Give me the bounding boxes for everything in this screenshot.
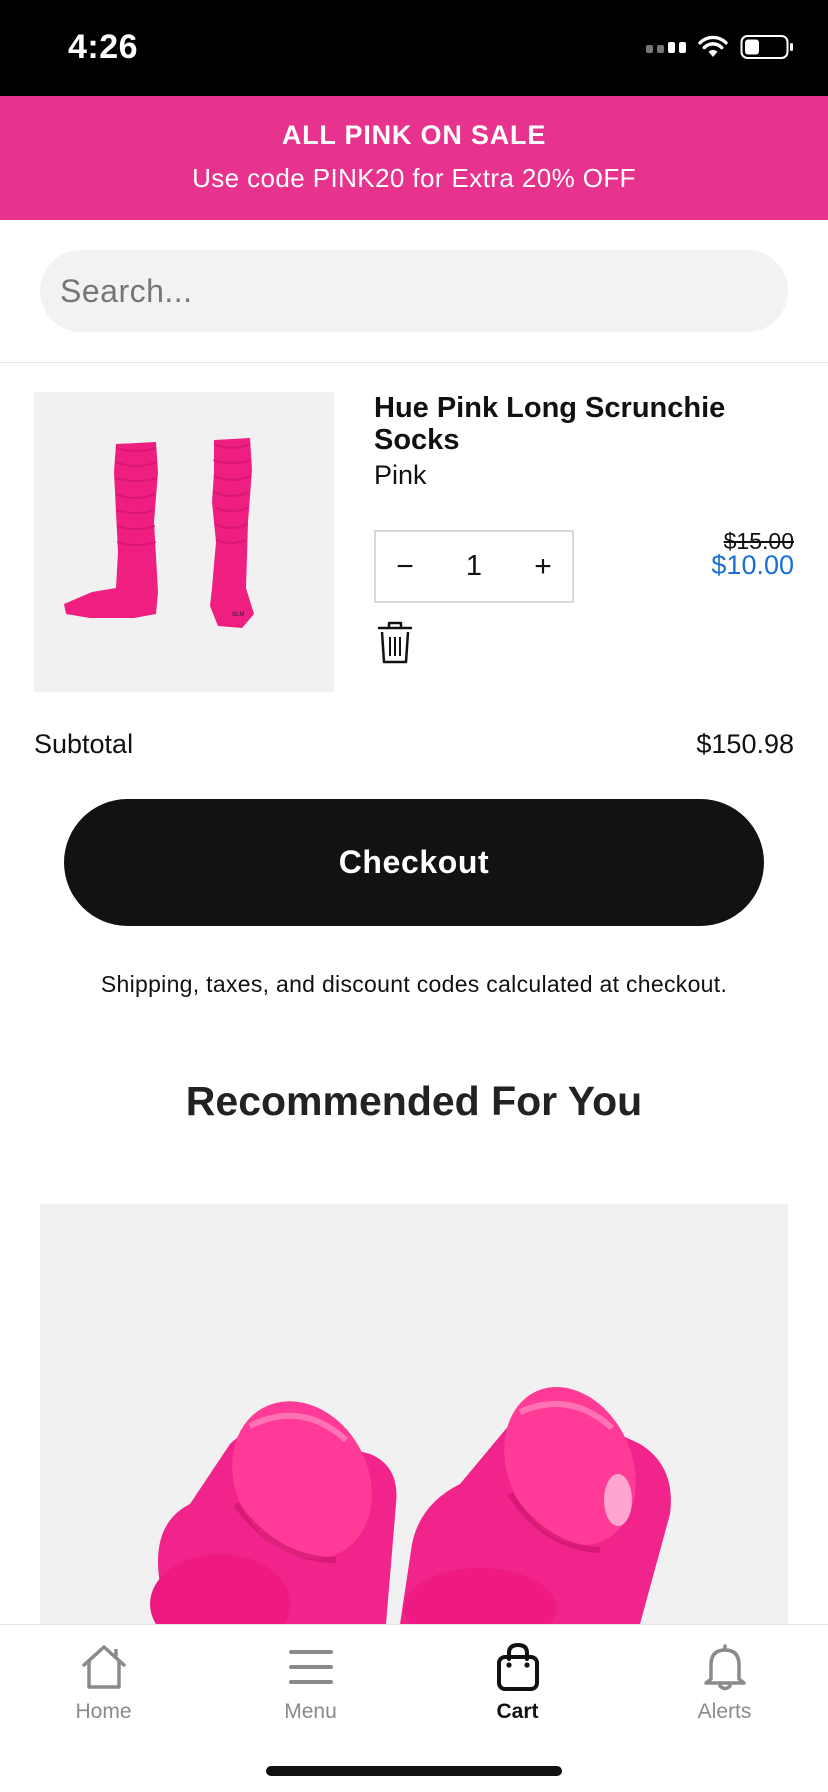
wifi-icon bbox=[698, 35, 728, 57]
home-icon bbox=[82, 1645, 126, 1689]
bag-icon bbox=[497, 1642, 539, 1691]
tab-home-label: Home bbox=[75, 1700, 132, 1723]
shipping-note: Shipping, taxes, and discount codes calc… bbox=[100, 971, 728, 997]
status-icons bbox=[646, 34, 794, 60]
product-variant: Pink bbox=[374, 460, 427, 490]
increase-quantity-button[interactable]: + bbox=[514, 532, 572, 601]
tab-home[interactable]: Home bbox=[0, 1625, 207, 1745]
tab-alerts[interactable]: Alerts bbox=[621, 1625, 828, 1745]
search-area bbox=[0, 220, 828, 363]
tab-menu-label: Menu bbox=[284, 1700, 337, 1723]
decrease-quantity-button[interactable]: − bbox=[376, 532, 434, 601]
pink-socks-image: SLM bbox=[64, 438, 254, 628]
quantity-stepper: − 1 + bbox=[374, 530, 574, 603]
subtotal-value: $150.98 bbox=[696, 729, 794, 759]
remove-item-button[interactable] bbox=[374, 620, 416, 666]
pink-lace-locks-image bbox=[150, 1386, 671, 1624]
bell-icon bbox=[704, 1644, 746, 1691]
product-image[interactable]: SLM bbox=[34, 392, 334, 692]
recommended-title: Recommended For You bbox=[185, 1078, 643, 1124]
battery-icon bbox=[740, 35, 793, 59]
search-input[interactable] bbox=[40, 250, 788, 332]
subtotal-label: Subtotal bbox=[34, 729, 134, 759]
tab-cart[interactable]: Cart bbox=[414, 1625, 621, 1745]
trash-icon bbox=[377, 621, 413, 664]
tab-cart-label: Cart bbox=[496, 1700, 539, 1723]
promo-title: ALL PINK ON SALE bbox=[281, 120, 547, 150]
tab-menu[interactable]: Menu bbox=[207, 1625, 414, 1745]
price-sale: $10.00 bbox=[711, 550, 794, 580]
promo-subtitle: Use code PINK20 for Extra 20% OFF bbox=[192, 163, 636, 193]
promo-banner[interactable]: ALL PINK ON SALE Use code PINK20 for Ext… bbox=[0, 96, 828, 220]
status-time: 4:26 bbox=[68, 28, 139, 66]
status-bar: 4:26 bbox=[0, 0, 828, 96]
checkout-button[interactable]: Checkout bbox=[64, 799, 764, 926]
quantity-value[interactable]: 1 bbox=[434, 550, 514, 583]
tab-alerts-label: Alerts bbox=[697, 1700, 752, 1723]
home-indicator[interactable] bbox=[266, 1766, 562, 1776]
cart-line-item: SLM Hue Pink Long Scrunchie Socks Pink −… bbox=[0, 364, 828, 704]
svg-text:SLM: SLM bbox=[232, 612, 244, 618]
recommended-product-card[interactable] bbox=[40, 1204, 788, 1624]
menu-icon bbox=[289, 1650, 333, 1684]
product-name[interactable]: Hue Pink Long Scrunchie Socks bbox=[374, 392, 794, 456]
cellular-signal-icon bbox=[646, 41, 686, 53]
